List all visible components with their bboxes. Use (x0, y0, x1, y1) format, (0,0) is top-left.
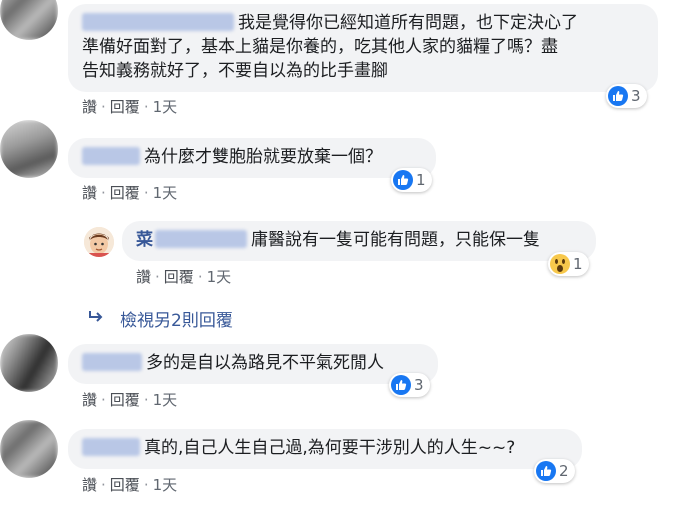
commenter-name[interactable]: 菜 (136, 230, 153, 250)
comment-text: 為什麼才雙胞胎就要放棄一個？ (144, 147, 382, 167)
commenter-name[interactable]: xxxxxxxxxxxx (82, 13, 234, 35)
comment-text: 真的,自己人生自己過,為何要干涉別人的人生~~? (144, 438, 516, 458)
comment-actions: 讚 · 回覆 · 1天 (82, 98, 178, 116)
comment-text-line: 告知義務就好了，不要自以為的比手畫腳 (82, 61, 388, 81)
timestamp[interactable]: 1天 (153, 476, 178, 494)
timestamp[interactable]: 1天 (153, 391, 178, 409)
reaction-count[interactable]: 1 (548, 252, 589, 276)
reply-link[interactable]: 回覆 (110, 476, 140, 494)
comment-text-line: 準備好面對了，基本上貓是你養的，吃其他人家的貓糧了嗎？盡 (82, 37, 558, 57)
commenter-name[interactable]: xxxx (82, 353, 142, 375)
commenter-name-blurred[interactable]: xxxxxx (155, 230, 247, 252)
thumbs-up-icon (391, 375, 411, 395)
like-link[interactable]: 讚 (82, 98, 97, 116)
like-link[interactable]: 讚 (82, 476, 97, 494)
reply-arrow-icon (88, 309, 104, 328)
view-more-replies-label[interactable]: 檢視另2則回覆 (120, 306, 233, 331)
avatar[interactable] (84, 227, 114, 257)
reaction-count-text: 3 (631, 87, 641, 105)
like-link[interactable]: 讚 (82, 391, 97, 409)
timestamp[interactable]: 1天 (207, 268, 232, 286)
thumbs-up-icon (608, 86, 628, 106)
comment-bubble: xxxxxxxxxxxx 我是覺得你已經知道所有問題，也下定決心了 準備好面對了，… (68, 4, 658, 92)
reaction-count[interactable]: 3 (606, 84, 647, 108)
comment-actions: 讚 · 回覆 · 1天 (82, 184, 178, 202)
reaction-count[interactable]: 3 (389, 373, 430, 397)
timestamp[interactable]: 1天 (153, 98, 178, 116)
reply-actions: 讚 · 回覆 · 1天 (136, 268, 232, 286)
timestamp[interactable]: 1天 (153, 184, 178, 202)
like-link[interactable]: 讚 (82, 184, 97, 202)
comment-text: 多的是自以為路見不平氣死閒人 (146, 353, 384, 373)
comment-actions: 讚 · 回覆 · 1天 (82, 476, 178, 494)
commenter-name[interactable]: xxxx (82, 147, 140, 169)
avatar[interactable] (0, 420, 58, 478)
reaction-count-text: 1 (416, 171, 426, 189)
avatar[interactable] (0, 334, 58, 392)
reply-link[interactable]: 回覆 (164, 268, 194, 286)
comment-actions: 讚 · 回覆 · 1天 (82, 391, 178, 409)
avatar[interactable] (0, 120, 58, 178)
reaction-count-text: 3 (414, 376, 424, 394)
view-more-replies-link[interactable]: 檢視另2則回覆 (88, 306, 233, 331)
avatar[interactable] (0, 0, 58, 40)
reaction-count-text: 2 (559, 462, 569, 480)
reply-link[interactable]: 回覆 (110, 391, 140, 409)
thumbs-up-icon (536, 461, 556, 481)
wow-face-icon (550, 254, 570, 274)
reaction-count[interactable]: 2 (534, 459, 575, 483)
commenter-name[interactable]: xxxx (82, 438, 140, 460)
like-link[interactable]: 讚 (136, 268, 151, 286)
thumbs-up-icon (393, 170, 413, 190)
reaction-count[interactable]: 1 (391, 168, 432, 192)
reply-link[interactable]: 回覆 (110, 98, 140, 116)
comment-bubble: xxxx 為什麼才雙胞胎就要放棄一個？ (68, 138, 436, 178)
comment-bubble: xxxx 真的,自己人生自己過,為何要干涉別人的人生~~? (68, 429, 582, 469)
reply-bubble: 菜 xxxxxx 庸醫說有一隻可能有問題，只能保一隻 (122, 221, 596, 261)
comment-bubble: xxxx 多的是自以為路見不平氣死閒人 (68, 344, 438, 384)
reply-text: 庸醫說有一隻可能有問題，只能保一隻 (251, 230, 540, 250)
comment-text-line: 我是覺得你已經知道所有問題，也下定決心了 (238, 13, 578, 33)
reaction-count-text: 1 (573, 255, 583, 273)
reply-link[interactable]: 回覆 (110, 184, 140, 202)
